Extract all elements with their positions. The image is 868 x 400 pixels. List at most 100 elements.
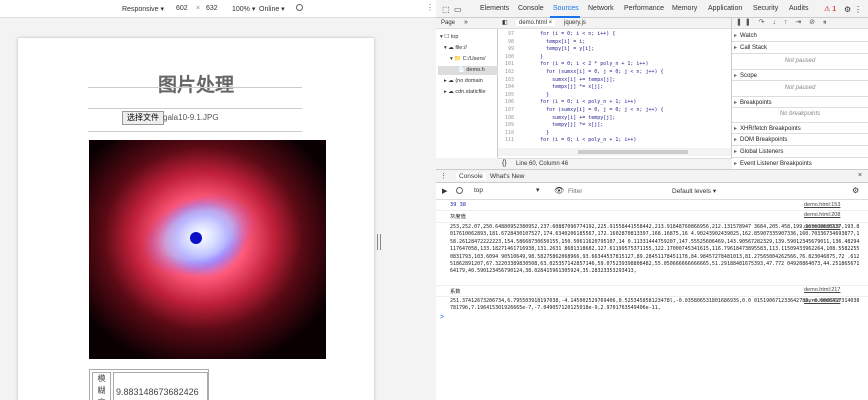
scrollbar-thumb[interactable] (578, 150, 688, 154)
code-line: tempx[i] = i; (516, 38, 586, 45)
line-number[interactable]: 101 (498, 61, 514, 67)
pretty-print-icon[interactable]: {} (502, 159, 507, 169)
scope-section[interactable]: Scope (732, 69, 868, 82)
debugger-controls[interactable]: ❚❚ ↷ ↓ ↑ ⇥ ⊘ ⏸ (732, 18, 868, 29)
tab-sources[interactable]: Sources (553, 5, 579, 12)
line-number[interactable]: 100 (498, 54, 514, 60)
tab-network[interactable]: Network (588, 5, 614, 12)
height-field[interactable]: 632 (206, 5, 218, 12)
zoom-select[interactable]: 100% ▾ (232, 5, 255, 13)
times-sign: × (196, 5, 201, 12)
console-source-link[interactable]: demo.html:209 (804, 224, 840, 230)
rotate-icon[interactable] (296, 4, 303, 11)
line-number[interactable]: 104 (498, 84, 514, 90)
clear-console-icon[interactable] (456, 187, 463, 194)
cursor-position: Line 60, Column 46 (516, 161, 569, 167)
more-menu-icon[interactable]: ⋮ (854, 5, 862, 14)
tab-memory[interactable]: Memory (672, 5, 697, 12)
event-listener-breakpoints-section[interactable]: Event Listener Breakpoints (732, 158, 868, 169)
line-number[interactable]: 105 (498, 92, 514, 98)
divider (88, 87, 302, 88)
tab-console[interactable]: Console (518, 5, 544, 12)
width-field[interactable]: 602 (176, 5, 188, 12)
console-source-link[interactable]: demo.html:208 (804, 212, 840, 218)
error-count-badge[interactable]: ⚠ 1 (824, 5, 836, 13)
tree-item[interactable]: 📄 demo.h (458, 67, 485, 73)
page-tab[interactable]: Page (441, 20, 455, 26)
console-toolbar: ▶ top ▾ 👁 Default levels ▾ ⚙ (436, 183, 868, 200)
console-message: 253,252.07,250.64880952380952,237.608870… (450, 224, 860, 275)
line-number[interactable]: 98 (498, 39, 514, 45)
code-editor[interactable]: ◧ demo.html × jquery.js 97 for (i = 0; i… (498, 18, 732, 158)
log-levels-select[interactable]: Default levels ▾ (672, 187, 716, 195)
more-tabs-icon[interactable]: » (464, 19, 468, 26)
line-number[interactable]: 111 (498, 137, 514, 143)
close-drawer-icon[interactable]: × (858, 172, 862, 179)
resize-handle[interactable] (377, 234, 381, 250)
device-select[interactable]: Responsive ▾ (122, 5, 164, 13)
table-label: 模 糊 度 (92, 372, 111, 400)
more-options-icon[interactable]: ⋮ (426, 3, 434, 12)
console-message: 系数 (450, 289, 461, 295)
drawer-menu-icon[interactable]: ⋮ (440, 172, 447, 180)
console-source-link[interactable]: demo.html:218 (804, 298, 840, 304)
dom-breakpoints-section[interactable]: DOM Breakpoints (732, 134, 868, 146)
tab-performance[interactable]: Performance (624, 5, 664, 12)
inspect-icon[interactable]: ⬚ (442, 5, 450, 14)
tree-item[interactable]: ▾ ☐ top (440, 34, 458, 40)
line-number[interactable]: 99 (498, 46, 514, 52)
tab-audits[interactable]: Audits (789, 5, 808, 12)
editor-status-bar: {} Line 60, Column 46 (498, 158, 732, 169)
console-source-link[interactable]: demo.html:153 (804, 202, 840, 208)
network-select[interactable]: Online ▾ (259, 5, 285, 13)
line-number[interactable]: 97 (498, 31, 514, 37)
code-line: } (516, 91, 550, 98)
console-message: 251.37412673206734,6.795503918197038,-4.… (450, 298, 860, 312)
console-prompt[interactable]: > (440, 314, 444, 321)
tree-item[interactable]: ▸ ☁ cdn.staticfile (444, 89, 486, 95)
file-tab-demo[interactable]: demo.html × (516, 20, 556, 26)
context-select[interactable]: top (474, 187, 483, 194)
code-line: for (i = 0; i < n; i++) { (516, 31, 616, 37)
sidebar-toggle-icon[interactable]: ▶ (442, 187, 447, 195)
debugger-sidebar: ❚❚ ↷ ↓ ↑ ⇥ ⊘ ⏸ Watch Call Stack Not paus… (732, 18, 868, 169)
drawer-tab-console[interactable]: Console (456, 173, 486, 180)
settings-icon[interactable]: ⚙ (844, 5, 851, 14)
console-settings-icon[interactable]: ⚙ (852, 186, 859, 195)
xhr-breakpoints-section[interactable]: XHR/fetch Breakpoints (732, 122, 868, 135)
tree-item[interactable]: ▸ ☁ (no domain (444, 78, 483, 84)
line-number[interactable]: 108 (498, 115, 514, 121)
choose-file-button[interactable]: 选择文件 (122, 111, 164, 125)
page-canvas: 图片处理 选择文件 gala10-9.1.JPG 模 糊 9.883148673… (18, 38, 374, 400)
line-number[interactable]: 106 (498, 99, 514, 105)
drawer-tabs: ⋮ Console What's New × (436, 169, 868, 183)
tab-elements[interactable]: Elements (480, 5, 509, 12)
watch-section[interactable]: Watch (732, 30, 868, 42)
tab-application[interactable]: Application (708, 5, 742, 12)
line-number[interactable]: 110 (498, 130, 514, 136)
filter-input[interactable] (568, 186, 664, 197)
callstack-section[interactable]: Call Stack (732, 42, 868, 54)
tree-item[interactable]: ▾ 📁 C:/Users/ (450, 56, 486, 62)
live-expression-icon[interactable]: 👁 (554, 186, 564, 195)
context-chevron-icon[interactable]: ▾ (536, 186, 540, 194)
line-number[interactable]: 103 (498, 77, 514, 83)
code-line: for (sumxy[i] = 0, j = 0; j < n; j++) { (516, 107, 664, 113)
navigator-toggle-icon[interactable]: ◧ (502, 19, 508, 26)
horizontal-scrollbar[interactable] (498, 148, 731, 156)
page-viewport: 图片处理 选择文件 gala10-9.1.JPG 模 糊 9.883148673… (0, 18, 436, 400)
drawer-tab-whats-new[interactable]: What's New (490, 173, 524, 180)
tab-security[interactable]: Security (753, 5, 778, 12)
code-line: for (sumxx[i] = 0, j = 0; j < n; j++) { (516, 69, 664, 75)
line-number[interactable]: 109 (498, 122, 514, 128)
line-number[interactable]: 102 (498, 69, 514, 75)
console-source-link[interactable]: demo.html:217 (804, 287, 840, 293)
page-title: 图片处理 (157, 74, 234, 96)
device-icon[interactable]: ▭ (454, 5, 462, 14)
screen: Responsive ▾ 602 × 632 100% ▾ Online ▾ ⋮… (0, 0, 868, 400)
global-listeners-section[interactable]: Global Listeners (732, 146, 868, 158)
tree-item[interactable]: ▾ ☁ file:// (444, 45, 467, 51)
breakpoints-section[interactable]: Breakpoints (732, 96, 868, 109)
line-number[interactable]: 107 (498, 107, 514, 113)
file-tab-jquery[interactable]: jquery.js (564, 20, 586, 26)
